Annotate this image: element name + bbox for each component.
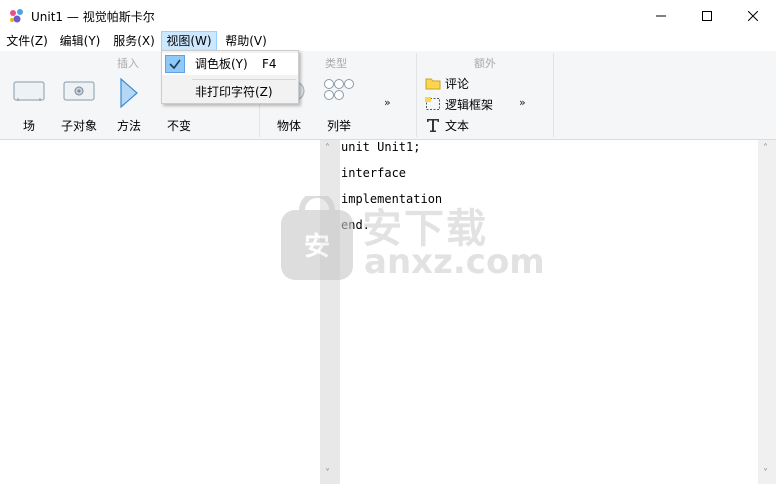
group-divider xyxy=(416,53,417,137)
subobject-button[interactable]: 子对象 xyxy=(57,51,101,139)
logic-frame-label: 逻辑框架 xyxy=(445,97,494,112)
minimize-icon xyxy=(656,15,666,16)
method-label: 方法 xyxy=(116,119,141,133)
invariant-label: 不变 xyxy=(166,119,191,133)
object-label: 物体 xyxy=(276,119,301,133)
method-icon xyxy=(117,77,141,111)
menu-item-palette[interactable]: 调色板(Y) F4 xyxy=(162,53,298,75)
scroll-down-icon[interactable]: ˅ xyxy=(763,468,768,479)
group-divider xyxy=(553,53,554,137)
scroll-up-icon[interactable]: ˄ xyxy=(763,143,768,154)
shield-icon: 安 xyxy=(281,196,353,280)
field-label: 场 xyxy=(22,119,35,133)
view-menu-dropdown: 调色板(Y) F4 非打印字符(Z) xyxy=(161,50,299,104)
minimize-button[interactable] xyxy=(638,0,684,31)
code-line: interface xyxy=(341,166,407,180)
subobject-label: 子对象 xyxy=(60,119,97,133)
method-button[interactable]: 方法 xyxy=(108,51,150,139)
menu-item-nonprinting-label: 非打印字符(Z) xyxy=(195,85,273,99)
svg-text:安: 安 xyxy=(304,232,330,262)
text-button[interactable]: 文本 xyxy=(425,115,469,135)
enumeration-label: 列举 xyxy=(326,119,351,133)
menu-item-palette-shortcut: F4 xyxy=(262,57,277,71)
comment-label: 评论 xyxy=(445,76,470,91)
code-editor[interactable]: unit Unit1; interface implementation end… xyxy=(340,140,758,484)
scroll-up-icon[interactable]: ˄ xyxy=(325,143,330,154)
field-button[interactable]: 场 xyxy=(8,51,50,139)
menu-edit[interactable]: 编辑(Y) xyxy=(57,31,103,51)
comment-button[interactable]: 评论 xyxy=(425,73,469,93)
editor-scrollbar[interactable]: ˄ ˅ xyxy=(758,140,776,484)
extra-expand-chevron[interactable]: » xyxy=(519,96,526,109)
menu-bar: 文件(Z) 编辑(Y) 服务(X) 视图(W) 帮助(V) xyxy=(0,31,776,51)
close-icon xyxy=(748,10,758,21)
enumeration-icon xyxy=(322,78,356,105)
check-icon xyxy=(165,55,185,73)
type-expand-chevron[interactable]: » xyxy=(384,96,391,109)
menu-service[interactable]: 服务(X) xyxy=(110,31,158,51)
field-icon xyxy=(13,78,45,105)
window-title: Unit1 — 视觉帕斯卡尔 xyxy=(31,10,155,24)
close-button[interactable] xyxy=(730,0,776,31)
text-label: 文本 xyxy=(445,118,470,133)
maximize-icon xyxy=(702,10,712,21)
logic-frame-icon xyxy=(425,97,441,111)
text-icon xyxy=(425,118,441,132)
menu-help[interactable]: 帮助(V) xyxy=(222,31,270,51)
ribbon-toolbar: 插入 类型 额外 场 子对象 方法 不变 物体 列举 » 评论 逻辑框架 文本 … xyxy=(0,51,776,140)
pane-splitter[interactable]: ˄ ˅ xyxy=(320,140,340,484)
menu-item-nonprinting-chars[interactable]: 非打印字符(Z) xyxy=(162,81,298,103)
menu-view[interactable]: 视图(W) xyxy=(161,31,217,51)
group-label-extra: 额外 xyxy=(474,57,496,70)
watermark-text-en: anxz.com xyxy=(364,242,545,282)
comment-icon xyxy=(425,76,441,90)
watermark-logo: 安 安下载 anxz.com xyxy=(278,196,545,284)
menu-separator xyxy=(192,79,296,80)
subobject-icon xyxy=(63,78,95,105)
menu-item-palette-label: 调色板(Y) xyxy=(195,57,248,71)
title-bar: Unit1 — 视觉帕斯卡尔 xyxy=(0,0,776,31)
code-line: unit Unit1; xyxy=(341,140,421,154)
menu-file[interactable]: 文件(Z) xyxy=(3,31,51,51)
app-icon xyxy=(9,8,25,24)
scroll-down-icon[interactable]: ˅ xyxy=(325,468,330,479)
enumeration-button[interactable]: 列举 xyxy=(318,51,360,139)
maximize-button[interactable] xyxy=(684,0,730,31)
logic-frame-button[interactable]: 逻辑框架 xyxy=(425,94,493,114)
palette-pane[interactable] xyxy=(0,140,320,484)
